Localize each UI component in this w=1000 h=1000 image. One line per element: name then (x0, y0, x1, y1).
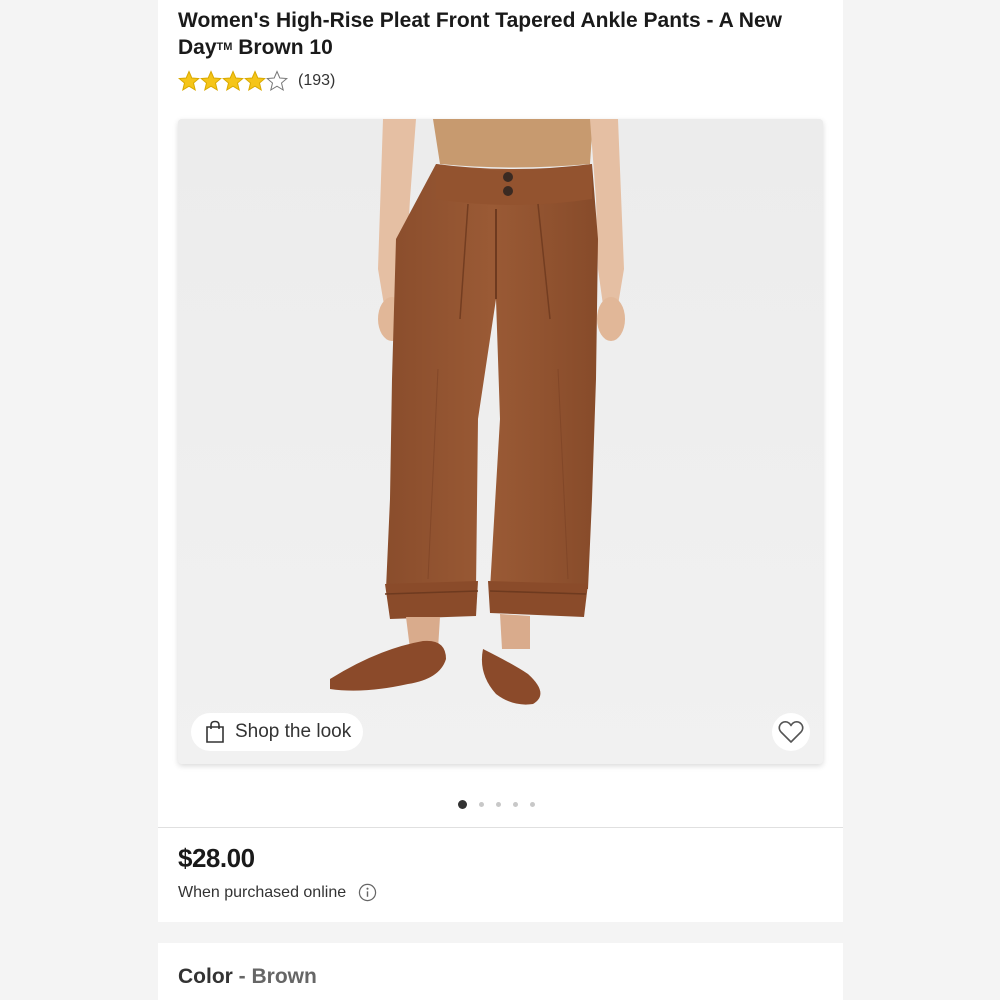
product-title: Women's High-Rise Pleat Front Tapered An… (178, 8, 823, 61)
favorite-button[interactable] (772, 713, 810, 751)
color-heading: Color - Brown (178, 965, 317, 989)
star-empty-icon (266, 70, 288, 92)
shopping-bag-icon (206, 720, 224, 743)
carousel-indicators (458, 800, 547, 809)
star-filled-icon (178, 70, 200, 92)
price-note-text: When purchased online (178, 883, 347, 901)
shop-the-look-button[interactable]: Shop the look (191, 713, 364, 751)
product-image-carousel[interactable]: Shop the look (178, 119, 823, 764)
carousel-dot[interactable] (530, 802, 535, 807)
color-separator: - (232, 965, 252, 988)
section-divider (158, 827, 843, 828)
star-filled-icon (222, 70, 244, 92)
carousel-dot[interactable] (513, 802, 518, 807)
product-title-suffix: Brown 10 (232, 36, 333, 59)
color-label: Color (178, 965, 233, 988)
heart-icon (778, 721, 804, 743)
star-filled-icon (244, 70, 266, 92)
shop-the-look-label: Shop the look (235, 721, 352, 742)
color-value: Brown (251, 965, 317, 988)
rating-summary[interactable]: (193) (178, 68, 335, 94)
product-photo (178, 119, 823, 764)
product-header-card: Women's High-Rise Pleat Front Tapered An… (158, 0, 843, 922)
product-price: $28.00 (178, 843, 255, 873)
carousel-dot[interactable] (479, 802, 484, 807)
review-count[interactable]: (193) (298, 72, 335, 90)
info-icon[interactable] (358, 883, 377, 902)
color-selector-card: Color - Brown (158, 943, 843, 1000)
carousel-dot[interactable] (496, 802, 501, 807)
price-note: When purchased online (178, 883, 377, 902)
product-page: Women's High-Rise Pleat Front Tapered An… (158, 0, 843, 1000)
star-rating (178, 70, 288, 92)
star-filled-icon (200, 70, 222, 92)
carousel-dot[interactable] (458, 800, 467, 809)
trademark-mark: TM (216, 41, 233, 53)
